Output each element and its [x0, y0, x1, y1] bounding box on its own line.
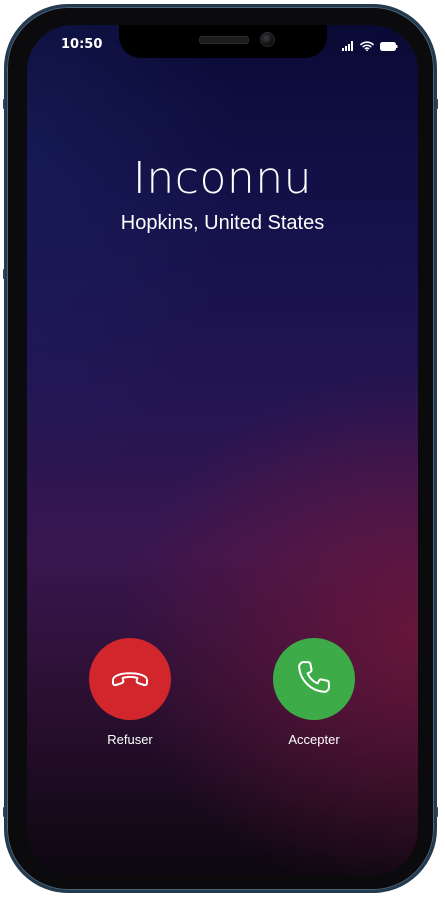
- side-button: [436, 99, 438, 109]
- side-button: [3, 807, 5, 817]
- status-time: 10:50: [61, 37, 103, 52]
- accept-label: Accepter: [288, 732, 340, 747]
- side-button: [3, 269, 5, 279]
- caller-name: Inconnu: [132, 153, 313, 204]
- phone-hangup-icon: [109, 665, 151, 694]
- caller-location: Hopkins, United States: [120, 212, 325, 234]
- earpiece-speaker: [199, 36, 249, 44]
- lock-screen: 10:50 Inconnu Hopkins, United States Ref…: [27, 25, 418, 876]
- wifi-icon: [360, 38, 374, 56]
- status-icons: [342, 38, 398, 56]
- side-button: [3, 99, 5, 109]
- cellular-signal-icon: [342, 38, 354, 56]
- battery-icon: [380, 38, 398, 56]
- side-button: [436, 807, 438, 817]
- front-camera: [260, 32, 275, 47]
- decline-label: Refuser: [107, 732, 153, 747]
- accept-button[interactable]: [273, 638, 355, 720]
- phone-answer-icon: [294, 657, 334, 702]
- decline-button[interactable]: [89, 638, 171, 720]
- notch: [119, 25, 327, 58]
